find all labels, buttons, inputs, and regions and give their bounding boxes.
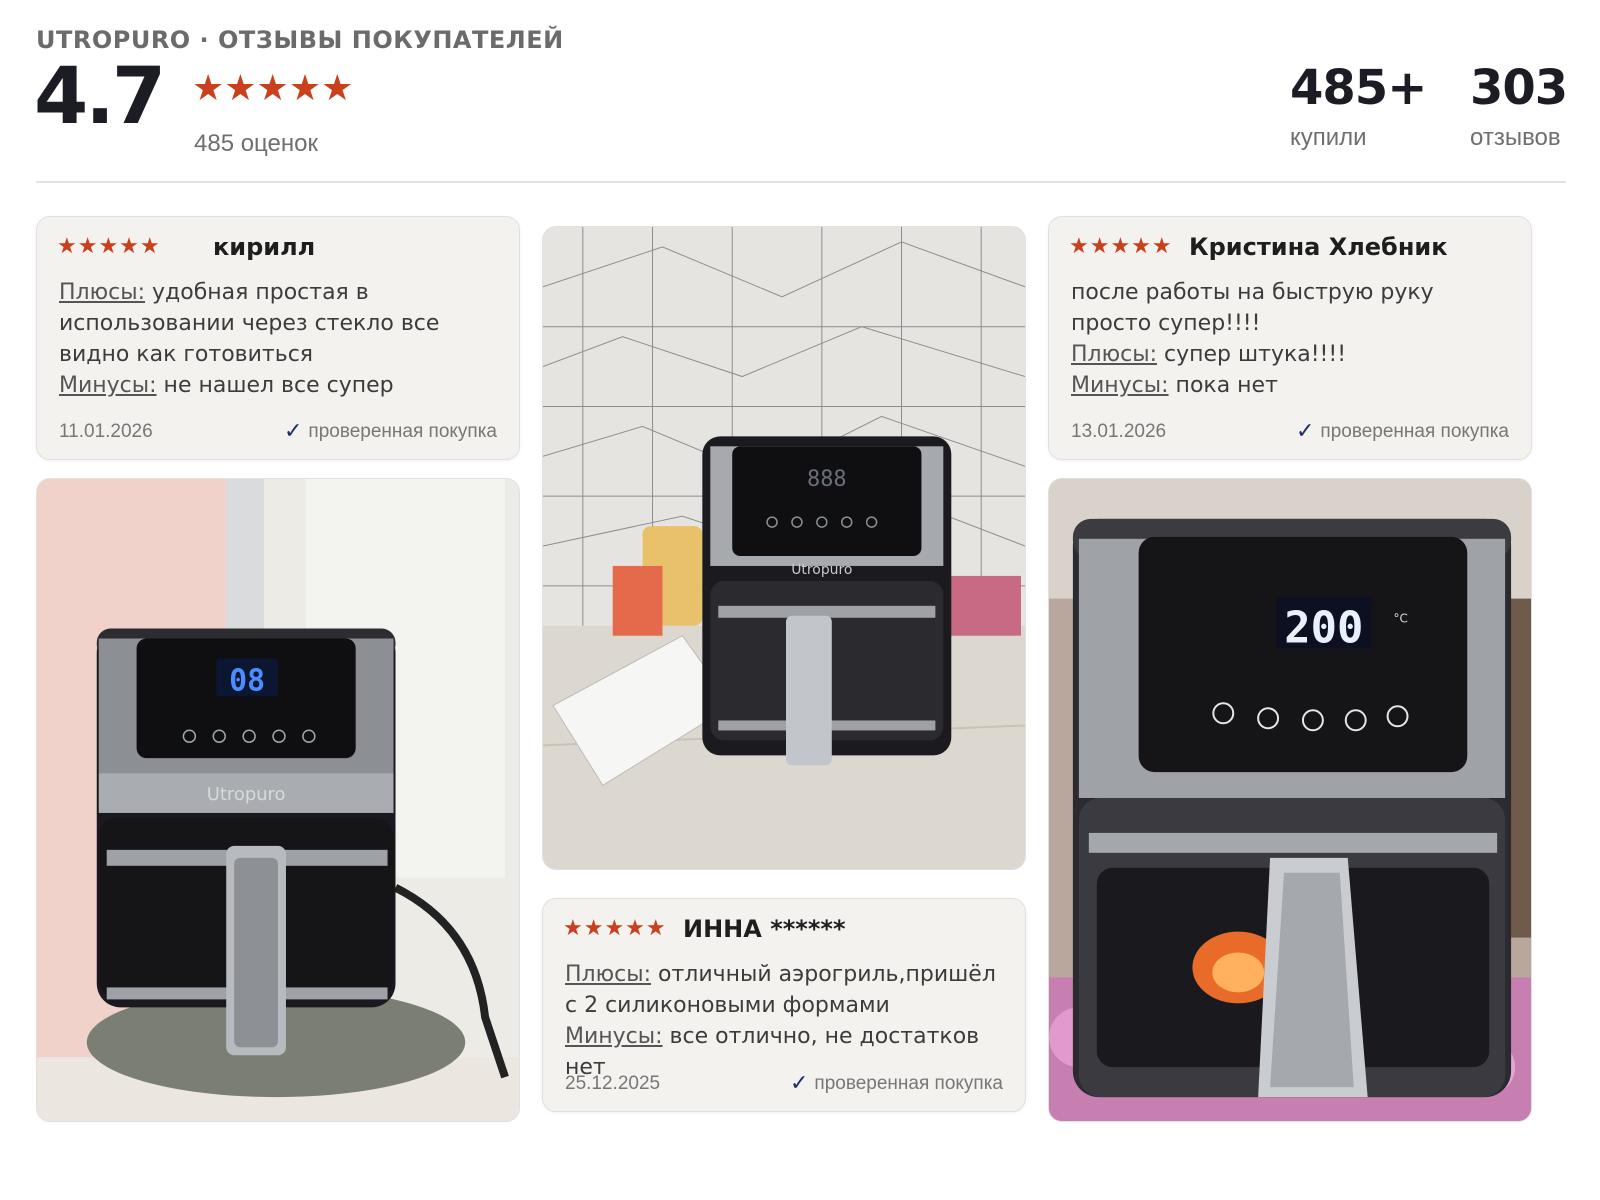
display-value: 888 xyxy=(807,467,847,492)
review-intro: после работы на быструю руку просто супе… xyxy=(1071,280,1434,336)
cons-label: Минусы: xyxy=(1071,373,1169,398)
review-date: 13.01.2026 xyxy=(1071,421,1167,442)
pros-label: Плюсы: xyxy=(1071,342,1158,367)
review-photo-airfryer-closeup[interactable]: 200 °C xyxy=(1048,478,1532,1122)
bought-value: 485+ xyxy=(1290,60,1427,116)
cons-label: Минусы: xyxy=(565,1024,663,1049)
check-icon: ✓ xyxy=(1295,418,1315,443)
pros-label: Плюсы: xyxy=(565,962,652,987)
verified-badge: ✓ проверенная покупка xyxy=(790,1069,1003,1095)
review-text: Плюсы: отличный аэрогриль,пришёл с 2 сил… xyxy=(565,959,1007,1083)
review-stars: ★★★★★ xyxy=(563,915,667,940)
review-photo-airfryer-counter[interactable]: 888 Utropuro xyxy=(542,226,1026,870)
rating-stars: ★★★★★ xyxy=(192,67,354,108)
display-value: 200 xyxy=(1284,602,1363,653)
review-date: 11.01.2026 xyxy=(59,421,153,442)
review-author: ИННА ****** xyxy=(683,915,846,943)
bought-label: купили xyxy=(1290,124,1367,151)
appliance-brand: Utropuro xyxy=(207,784,286,805)
review-author: Кристина Хлебник xyxy=(1189,233,1448,261)
airfryer-photo-image: 888 Utropuro xyxy=(543,227,1025,869)
reviews-stat: 303 отзывов xyxy=(1470,60,1568,152)
cons-text: пока нет xyxy=(1168,373,1278,398)
reviews-label: отзывов xyxy=(1470,124,1561,151)
brand-title: UTROPURO · ОТЗЫВЫ ПОКУПАТЕЛЕЙ xyxy=(36,26,564,54)
verified-label: проверенная покупка xyxy=(1320,421,1509,442)
pros-text: супер штука!!!! xyxy=(1157,342,1347,367)
cons-text: не нашел все супер xyxy=(156,373,394,398)
check-icon: ✓ xyxy=(283,418,303,443)
airfryer-photo-image: 200 °C xyxy=(1049,479,1531,1121)
review-text: после работы на быструю руку просто супе… xyxy=(1071,277,1513,401)
bought-stat: 485+ купили xyxy=(1290,60,1427,152)
display-unit: °C xyxy=(1394,612,1408,626)
review-text: Плюсы: удобная простая в использовании ч… xyxy=(59,277,501,401)
airfryer-photo-image: 08 Utropuro xyxy=(37,479,519,1121)
review-author: кирилл xyxy=(213,233,316,261)
review-stars: ★★★★★ xyxy=(1069,233,1173,258)
header-divider xyxy=(36,181,1566,183)
review-card[interactable]: ★★★★★ кирилл Плюсы: удобная простая в ис… xyxy=(36,216,520,460)
cons-label: Минусы: xyxy=(59,373,157,398)
reviews-value: 303 xyxy=(1470,60,1568,116)
review-card[interactable]: ★★★★★ Кристина Хлебник после работы на б… xyxy=(1048,216,1532,460)
verified-badge: ✓ проверенная покупка xyxy=(284,417,497,443)
verified-badge: ✓ проверенная покупка xyxy=(1296,417,1509,443)
pros-label: Плюсы: xyxy=(59,280,146,305)
check-icon: ✓ xyxy=(789,1070,809,1095)
display-value: 08 xyxy=(229,663,265,698)
verified-label: проверенная покупка xyxy=(308,421,497,442)
review-photo-airfryer-windowsill[interactable]: 08 Utropuro xyxy=(36,478,520,1122)
review-stars: ★★★★★ xyxy=(57,233,161,258)
verified-label: проверенная покупка xyxy=(814,1073,1003,1094)
review-card[interactable]: ★★★★★ ИННА ****** Плюсы: отличный аэрогр… xyxy=(542,898,1026,1112)
review-date: 25.12.2025 xyxy=(565,1073,661,1094)
average-rating: 4.7 xyxy=(34,52,166,142)
ratings-count: 485 оценок xyxy=(194,130,318,157)
appliance-brand: Utropuro xyxy=(791,562,852,578)
